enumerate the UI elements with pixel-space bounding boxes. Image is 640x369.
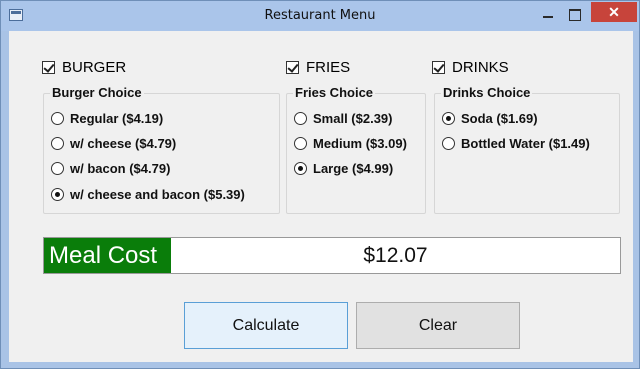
burger-checkbox[interactable]: BURGER	[42, 57, 126, 77]
drinks-choice-group: Drinks Choice Soda ($1.69) Bottled Water…	[434, 85, 620, 214]
burger-option-label: w/ cheese and bacon ($5.39)	[70, 186, 245, 202]
calculate-button[interactable]: Calculate	[184, 302, 348, 349]
fries-option-label: Medium ($3.09)	[313, 135, 407, 151]
burger-option-label: w/ bacon ($4.79)	[70, 160, 171, 176]
checkbox-checked-icon	[286, 60, 299, 74]
fries-checkbox-label: FRIES	[306, 58, 351, 76]
form-client-area: BURGER FRIES DRINKS Burger Choice Regula…	[9, 31, 633, 362]
drinks-option-label: Bottled Water ($1.49)	[461, 135, 590, 151]
fries-checkbox[interactable]: FRIES	[286, 57, 350, 77]
checkbox-checked-icon	[432, 60, 445, 74]
burger-option-bacon[interactable]: w/ bacon ($4.79)	[51, 159, 170, 177]
fries-option-large[interactable]: Large ($4.99)	[294, 159, 393, 177]
radio-icon	[51, 111, 64, 125]
drinks-choice-title: Drinks Choice	[441, 85, 533, 100]
burger-option-cheese[interactable]: w/ cheese ($4.79)	[51, 134, 176, 152]
drinks-checkbox[interactable]: DRINKS	[432, 57, 509, 77]
checkbox-checked-icon	[42, 60, 55, 74]
minimize-icon[interactable]	[541, 7, 555, 21]
burger-choice-title: Burger Choice	[50, 85, 144, 100]
radio-selected-icon	[51, 187, 64, 201]
drinks-option-label: Soda ($1.69)	[461, 110, 538, 126]
maximize-icon[interactable]	[567, 7, 581, 21]
drinks-checkbox-label: DRINKS	[452, 58, 509, 76]
fries-option-small[interactable]: Small ($2.39)	[294, 109, 393, 127]
burger-option-cheese-bacon[interactable]: w/ cheese and bacon ($5.39)	[51, 185, 245, 203]
radio-icon	[51, 136, 64, 150]
meal-cost-value: $12.07	[363, 244, 428, 267]
drinks-option-soda[interactable]: Soda ($1.69)	[442, 109, 538, 127]
radio-icon	[442, 136, 455, 150]
radio-selected-icon	[442, 111, 455, 125]
fries-option-label: Large ($4.99)	[313, 160, 394, 176]
close-icon[interactable]: ✕	[591, 2, 637, 22]
radio-selected-icon	[294, 161, 307, 175]
burger-option-label: w/ cheese ($4.79)	[70, 135, 177, 151]
fries-choice-group: Fries Choice Small ($2.39) Medium ($3.09…	[286, 85, 426, 214]
fries-option-label: Small ($2.39)	[313, 110, 393, 126]
radio-icon	[294, 111, 307, 125]
fries-choice-title: Fries Choice	[293, 85, 376, 100]
burger-option-regular[interactable]: Regular ($4.19)	[51, 109, 163, 127]
meal-cost-box: Meal Cost $12.07	[43, 237, 621, 274]
burger-option-label: Regular ($4.19)	[70, 110, 164, 126]
radio-icon	[294, 136, 307, 150]
fries-option-medium[interactable]: Medium ($3.09)	[294, 134, 407, 152]
burger-choice-group: Burger Choice Regular ($4.19) w/ cheese …	[43, 85, 280, 214]
burger-checkbox-label: BURGER	[62, 58, 127, 76]
title-bar[interactable]: Restaurant Menu ✕	[1, 1, 639, 31]
drinks-option-bottled-water[interactable]: Bottled Water ($1.49)	[442, 134, 590, 152]
clear-button[interactable]: Clear	[356, 302, 520, 349]
radio-icon	[51, 161, 64, 175]
meal-cost-label: Meal Cost	[44, 238, 171, 273]
main-window: Restaurant Menu ✕ BURGER FRIES DRINKS Bu…	[0, 0, 640, 369]
